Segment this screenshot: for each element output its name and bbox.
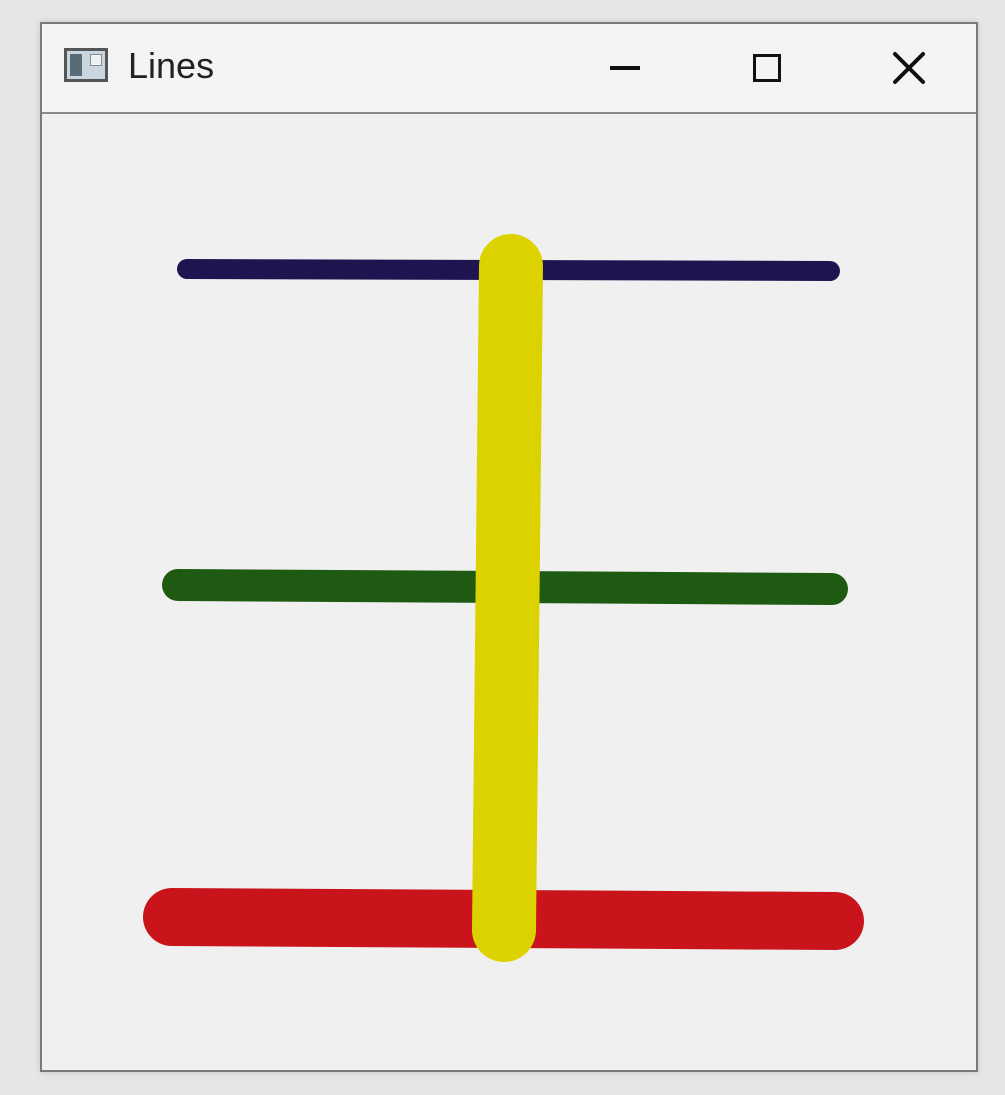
minimize-icon	[610, 66, 640, 70]
lines-canvas	[143, 234, 864, 962]
drawing-area	[42, 114, 976, 1070]
lines-window: Lines	[40, 22, 978, 1072]
maximize-button[interactable]	[732, 38, 802, 98]
app-window-icon	[64, 48, 108, 82]
minimize-button[interactable]	[590, 38, 660, 98]
yellow-line	[472, 234, 543, 962]
close-icon	[893, 52, 925, 84]
maximize-icon	[753, 54, 781, 82]
title-bar[interactable]: Lines	[42, 24, 976, 114]
window-title: Lines	[128, 45, 215, 86]
close-button[interactable]	[874, 38, 944, 98]
